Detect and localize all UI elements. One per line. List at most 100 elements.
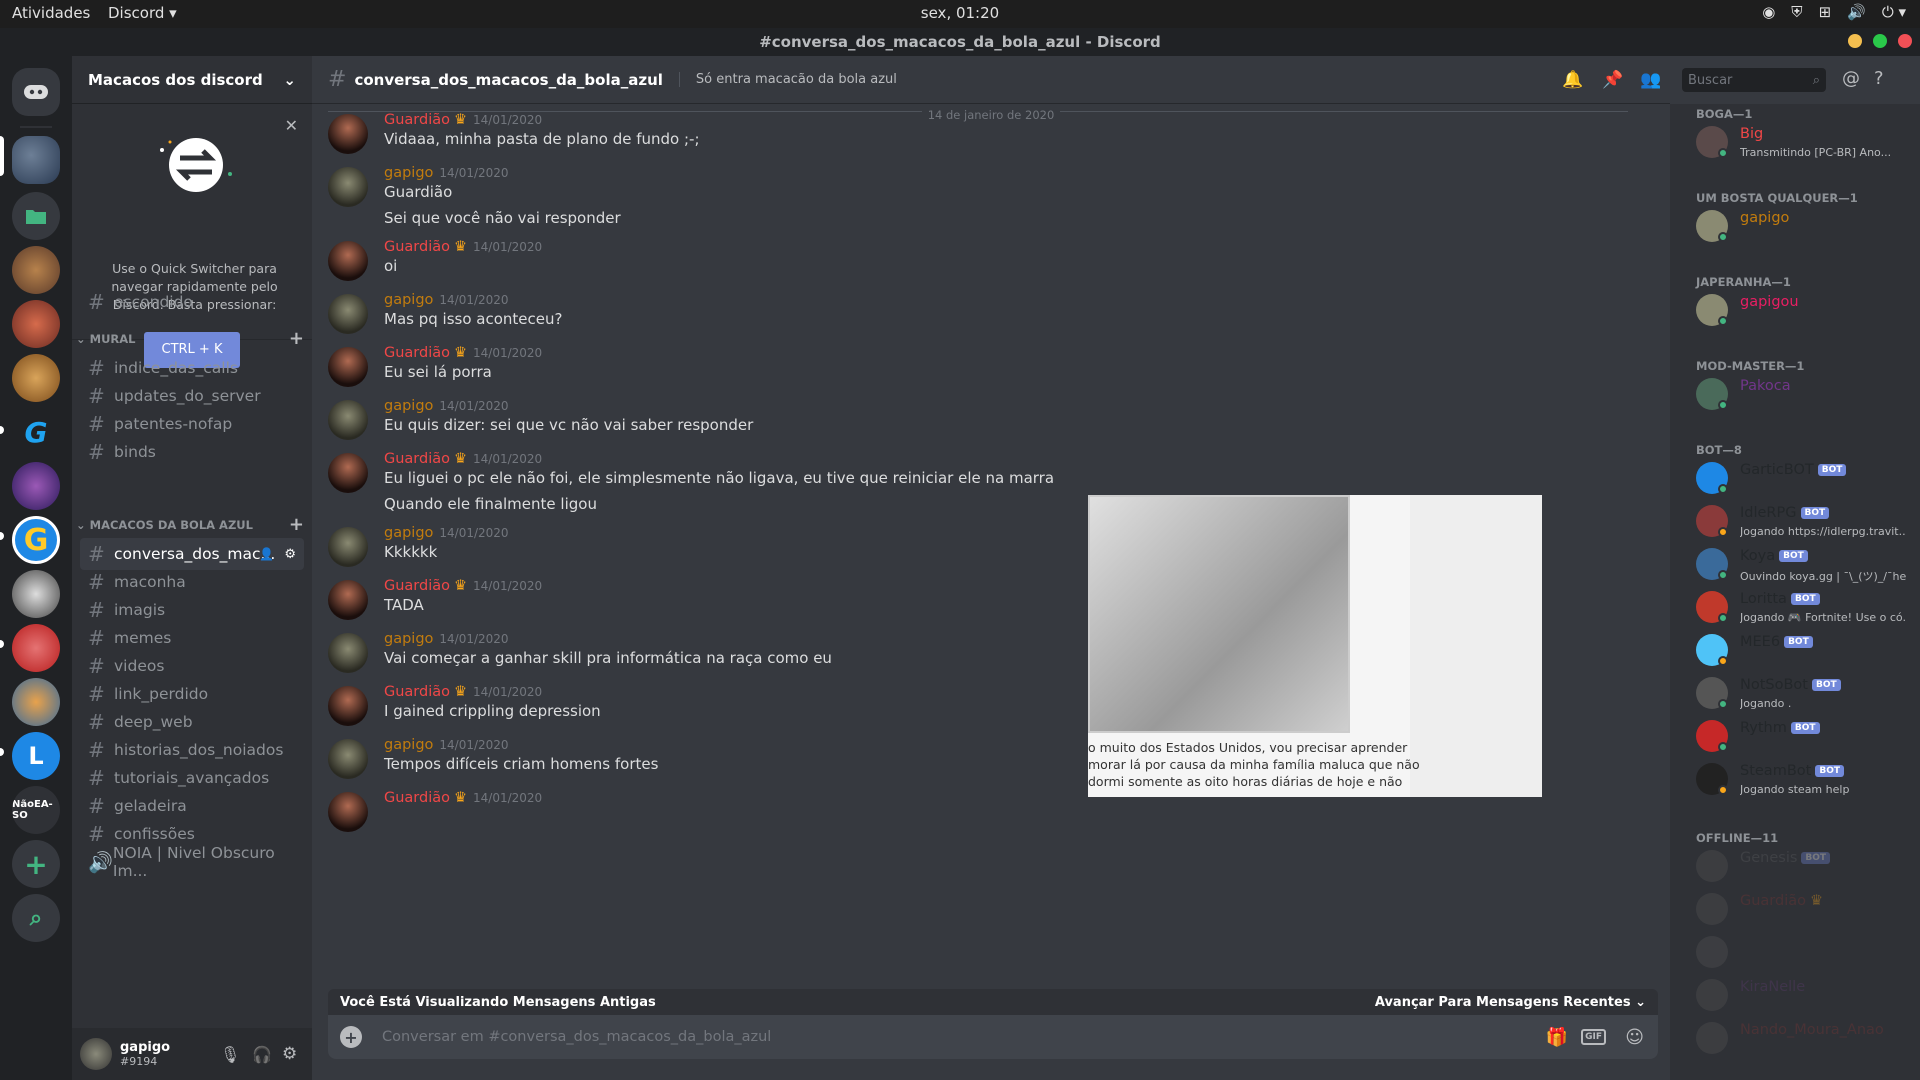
avatar[interactable] bbox=[328, 527, 368, 567]
avatar[interactable] bbox=[328, 633, 368, 673]
member-item[interactable]: GarticBOT BOT bbox=[1696, 458, 1906, 498]
emoji-icon[interactable]: ☺ bbox=[1625, 1027, 1644, 1048]
member-item[interactable]: Koya BOT Ouvindo koya.gg | ¯\_(ツ)_/¯help bbox=[1696, 544, 1906, 584]
mention-icon[interactable]: @ bbox=[1842, 68, 1860, 89]
timestamp: 14/01/2020 bbox=[439, 293, 509, 307]
home-discord-icon[interactable] bbox=[12, 68, 60, 116]
avatar[interactable] bbox=[328, 453, 368, 493]
author-name[interactable]: Guardião bbox=[384, 578, 450, 594]
minimize-button[interactable] bbox=[1848, 34, 1862, 48]
server-icon-hmm[interactable] bbox=[12, 246, 60, 294]
member-item[interactable]: Guardião ♛ bbox=[1696, 889, 1906, 929]
close-icon[interactable]: ✕ bbox=[285, 116, 298, 135]
channel-item[interactable]: # escondido bbox=[80, 286, 304, 318]
avatar[interactable] bbox=[328, 294, 368, 334]
add-channel-icon[interactable]: + bbox=[289, 328, 304, 349]
channel-item[interactable]: 🔊 NOIA | Nivel Obscuro Im... bbox=[80, 844, 304, 880]
member-item[interactable]: Nando_Moura_Anao bbox=[1696, 1018, 1906, 1058]
author-name[interactable]: gapigo bbox=[384, 631, 433, 647]
server-icon-gartic[interactable]: G bbox=[12, 516, 60, 564]
gear-icon[interactable]: ⚙ bbox=[284, 547, 296, 562]
old-messages-bar[interactable]: Você Está Visualizando Mensagens Antigas… bbox=[328, 989, 1658, 1015]
avatar[interactable] bbox=[328, 347, 368, 387]
bell-icon[interactable]: 🔔 bbox=[1562, 70, 1583, 90]
message-input[interactable]: Conversar em #conversa_dos_macacos_da_bo… bbox=[382, 1029, 771, 1045]
server-icon-purple[interactable] bbox=[12, 462, 60, 510]
gif-icon[interactable]: GIF bbox=[1581, 1029, 1606, 1045]
gift-icon[interactable]: 🎁 bbox=[1546, 1027, 1568, 1048]
member-item[interactable]: Genesis BOT bbox=[1696, 846, 1906, 886]
member-item[interactable] bbox=[1696, 932, 1906, 972]
explore-search-icon[interactable]: ⌕ bbox=[12, 894, 60, 942]
avatar[interactable] bbox=[328, 686, 368, 726]
members-icon[interactable]: 👥 bbox=[1640, 70, 1661, 90]
volume-icon[interactable]: 🔊 bbox=[1847, 3, 1866, 21]
member-item[interactable]: IdleRPG BOT Jogando https://idlerpg.travit… bbox=[1696, 501, 1906, 541]
avatar[interactable] bbox=[328, 167, 368, 207]
avatar[interactable] bbox=[328, 400, 368, 440]
author-name[interactable]: gapigo bbox=[384, 165, 433, 181]
pin-icon[interactable]: 📌 bbox=[1602, 70, 1623, 90]
close-window-button[interactable] bbox=[1898, 34, 1912, 48]
member-item[interactable]: gapigou bbox=[1696, 290, 1906, 330]
add-channel-icon[interactable]: + bbox=[289, 514, 304, 535]
clock[interactable]: sex, 01:20 bbox=[0, 4, 1920, 22]
author-name[interactable]: Guardião bbox=[384, 345, 450, 361]
shield-icon[interactable]: ⛨ bbox=[1791, 3, 1802, 21]
member-item[interactable]: MEE6 BOT bbox=[1696, 630, 1906, 670]
server-icon-naoea[interactable]: NãoEA-SO bbox=[12, 786, 60, 834]
image-attachment[interactable]: o muito dos Estados Unidos, vou precisar… bbox=[1088, 495, 1542, 797]
member-item[interactable]: Rythm BOT bbox=[1696, 716, 1906, 756]
headphones-icon[interactable]: 🎧 bbox=[252, 1045, 272, 1064]
attach-plus-icon[interactable]: + bbox=[340, 1026, 362, 1048]
server-icon-emblem[interactable] bbox=[12, 570, 60, 618]
server-icon-g-blue[interactable]: G bbox=[12, 408, 60, 456]
power-icon[interactable]: ⏻ ▾ bbox=[1882, 3, 1906, 21]
search-box[interactable]: Buscar ⌕ bbox=[1682, 68, 1826, 92]
server-icon-macacos[interactable] bbox=[12, 136, 60, 184]
discord-tray-icon[interactable]: ◉ bbox=[1762, 3, 1775, 21]
author-name[interactable]: Guardião bbox=[384, 239, 450, 255]
server-icon-l[interactable]: L bbox=[12, 732, 60, 780]
help-icon[interactable]: ? bbox=[1874, 68, 1884, 89]
maximize-button[interactable] bbox=[1873, 34, 1887, 48]
member-item[interactable]: Pakoca bbox=[1696, 374, 1906, 414]
network-icon[interactable]: ⊞ bbox=[1819, 3, 1832, 21]
folder-icon[interactable] bbox=[12, 192, 60, 240]
member-item[interactable]: Big Transmitindo [PC-BR] Ano... bbox=[1696, 122, 1906, 162]
server-icon-sunglasses[interactable] bbox=[12, 678, 60, 726]
server-icon-anime[interactable] bbox=[12, 624, 60, 672]
author-name[interactable]: gapigo bbox=[384, 737, 433, 753]
avatar[interactable] bbox=[328, 739, 368, 779]
author-name[interactable]: Guardião bbox=[384, 790, 450, 806]
author-name[interactable]: Guardião bbox=[384, 684, 450, 700]
member-item[interactable]: KiraNelle bbox=[1696, 975, 1906, 1015]
avatar[interactable] bbox=[80, 1038, 112, 1070]
author-name[interactable]: gapigo bbox=[384, 525, 433, 541]
category-header[interactable]: ⌄ MACACOS DA BOLA AZUL + bbox=[76, 514, 308, 535]
invite-icon[interactable]: 👤 bbox=[259, 547, 274, 561]
microphone-icon[interactable]: 🎙 bbox=[220, 1045, 240, 1064]
add-server-icon[interactable]: + bbox=[12, 840, 60, 888]
member-item[interactable]: gapigo bbox=[1696, 206, 1906, 246]
avatar[interactable] bbox=[328, 241, 368, 281]
author-name[interactable]: gapigo bbox=[384, 398, 433, 414]
author-name[interactable]: gapigo bbox=[384, 292, 433, 308]
jump-to-present-button[interactable]: Avançar Para Mensagens Recentes ⌄ bbox=[1375, 995, 1646, 1010]
author-name[interactable]: Guardião bbox=[384, 451, 450, 467]
channel-item[interactable]: # binds bbox=[80, 436, 304, 468]
server-icon-3[interactable] bbox=[12, 354, 60, 402]
member-item[interactable]: NotSoBot BOT Jogando . bbox=[1696, 673, 1906, 713]
avatar[interactable] bbox=[328, 792, 368, 832]
avatar[interactable] bbox=[328, 114, 368, 154]
member-item[interactable]: Loritta BOT Jogando 🎮 Fortnite! Use o có..… bbox=[1696, 587, 1906, 627]
member-item[interactable]: SteamBot BOT Jogando steam help bbox=[1696, 759, 1906, 799]
avatar[interactable] bbox=[328, 580, 368, 620]
gear-icon[interactable]: ⚙ bbox=[282, 1044, 297, 1064]
category-header[interactable]: ⌄ MURAL + bbox=[76, 328, 308, 349]
message-header: Guardião ♛ 14/01/2020 bbox=[384, 345, 542, 361]
channel-topic[interactable]: Só entra macacão da bola azul bbox=[678, 72, 897, 87]
server-icon-2[interactable] bbox=[12, 300, 60, 348]
server-header[interactable]: Macacos dos discord ⌄ bbox=[72, 56, 312, 104]
author-name[interactable]: Guardião bbox=[384, 112, 450, 128]
